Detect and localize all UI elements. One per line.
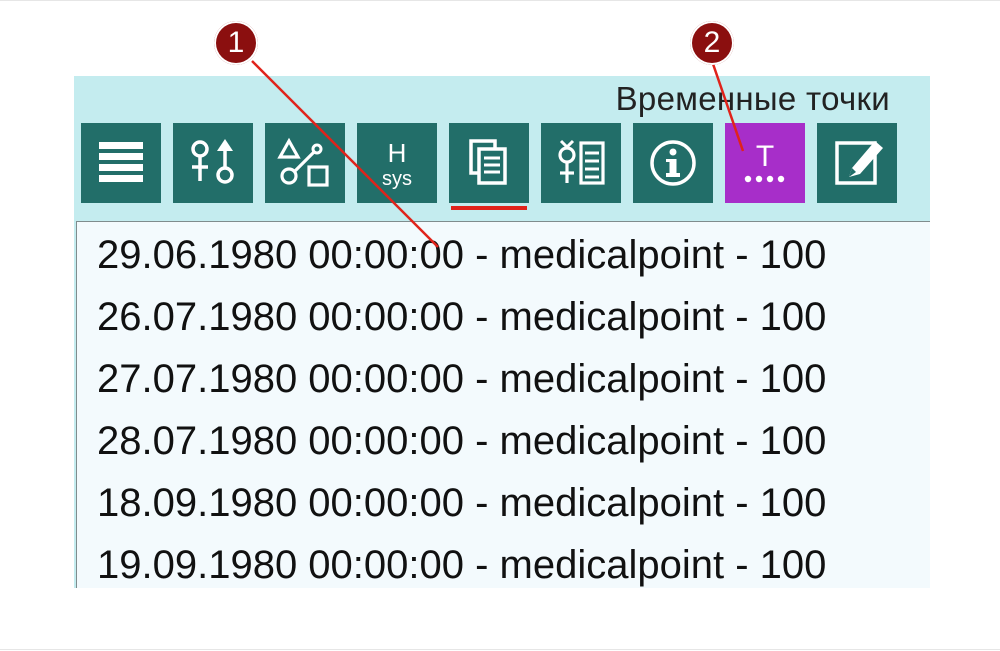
timepoint-item[interactable]: 19.09.1980 00:00:00 - medicalpoint - 100 [97, 542, 826, 588]
timepoints-label: T [756, 140, 774, 173]
copy-pages-button[interactable] [449, 123, 529, 210]
timepoints-icon: T [744, 140, 785, 183]
timepoint-item[interactable]: 29.06.1980 00:00:00 - medicalpoint - 100 [97, 232, 826, 278]
timepoints-list: 29.06.1980 00:00:00 - medicalpoint - 100… [76, 221, 930, 588]
gender-list-icon [558, 139, 605, 185]
h-sys-top-label: H [388, 138, 407, 168]
gender-button[interactable] [173, 123, 253, 203]
screenshot-frame: Временные точки H sys T 29.06.1980 00:00… [0, 0, 1000, 650]
menu-button[interactable] [81, 123, 161, 203]
gender-symbols-icon [191, 139, 234, 184]
timepoint-item[interactable]: 18.09.1980 00:00:00 - medicalpoint - 100 [97, 480, 826, 526]
menu-lines-icon [99, 142, 143, 182]
timepoints-button[interactable]: T [725, 123, 805, 203]
h-sys-icon: H sys [382, 138, 412, 190]
h-sys-bottom-label: sys [382, 168, 412, 190]
shapes-icon [277, 137, 329, 187]
panel-title: Временные точки [615, 80, 890, 117]
copy-pages-icon [469, 139, 507, 185]
timepoint-item[interactable]: 26.07.1980 00:00:00 - medicalpoint - 100 [97, 294, 826, 340]
edit-icon [835, 141, 883, 185]
gender-list-button[interactable] [541, 123, 621, 203]
annotation-marker-1: 1 [214, 21, 258, 65]
active-tab-indicator [451, 206, 527, 210]
timepoint-item[interactable]: 27.07.1980 00:00:00 - medicalpoint - 100 [97, 356, 826, 402]
timepoints-panel: Временные точки H sys T 29.06.1980 00:00… [74, 76, 930, 588]
info-icon [650, 140, 696, 186]
toolbar: H sys T [81, 123, 921, 210]
info-button[interactable] [633, 123, 713, 203]
edit-button[interactable] [817, 123, 897, 203]
annotation-marker-2: 2 [690, 21, 734, 65]
h-sys-button[interactable]: H sys [357, 123, 437, 203]
timepoint-item[interactable]: 28.07.1980 00:00:00 - medicalpoint - 100 [97, 418, 826, 464]
shapes-button[interactable] [265, 123, 345, 203]
